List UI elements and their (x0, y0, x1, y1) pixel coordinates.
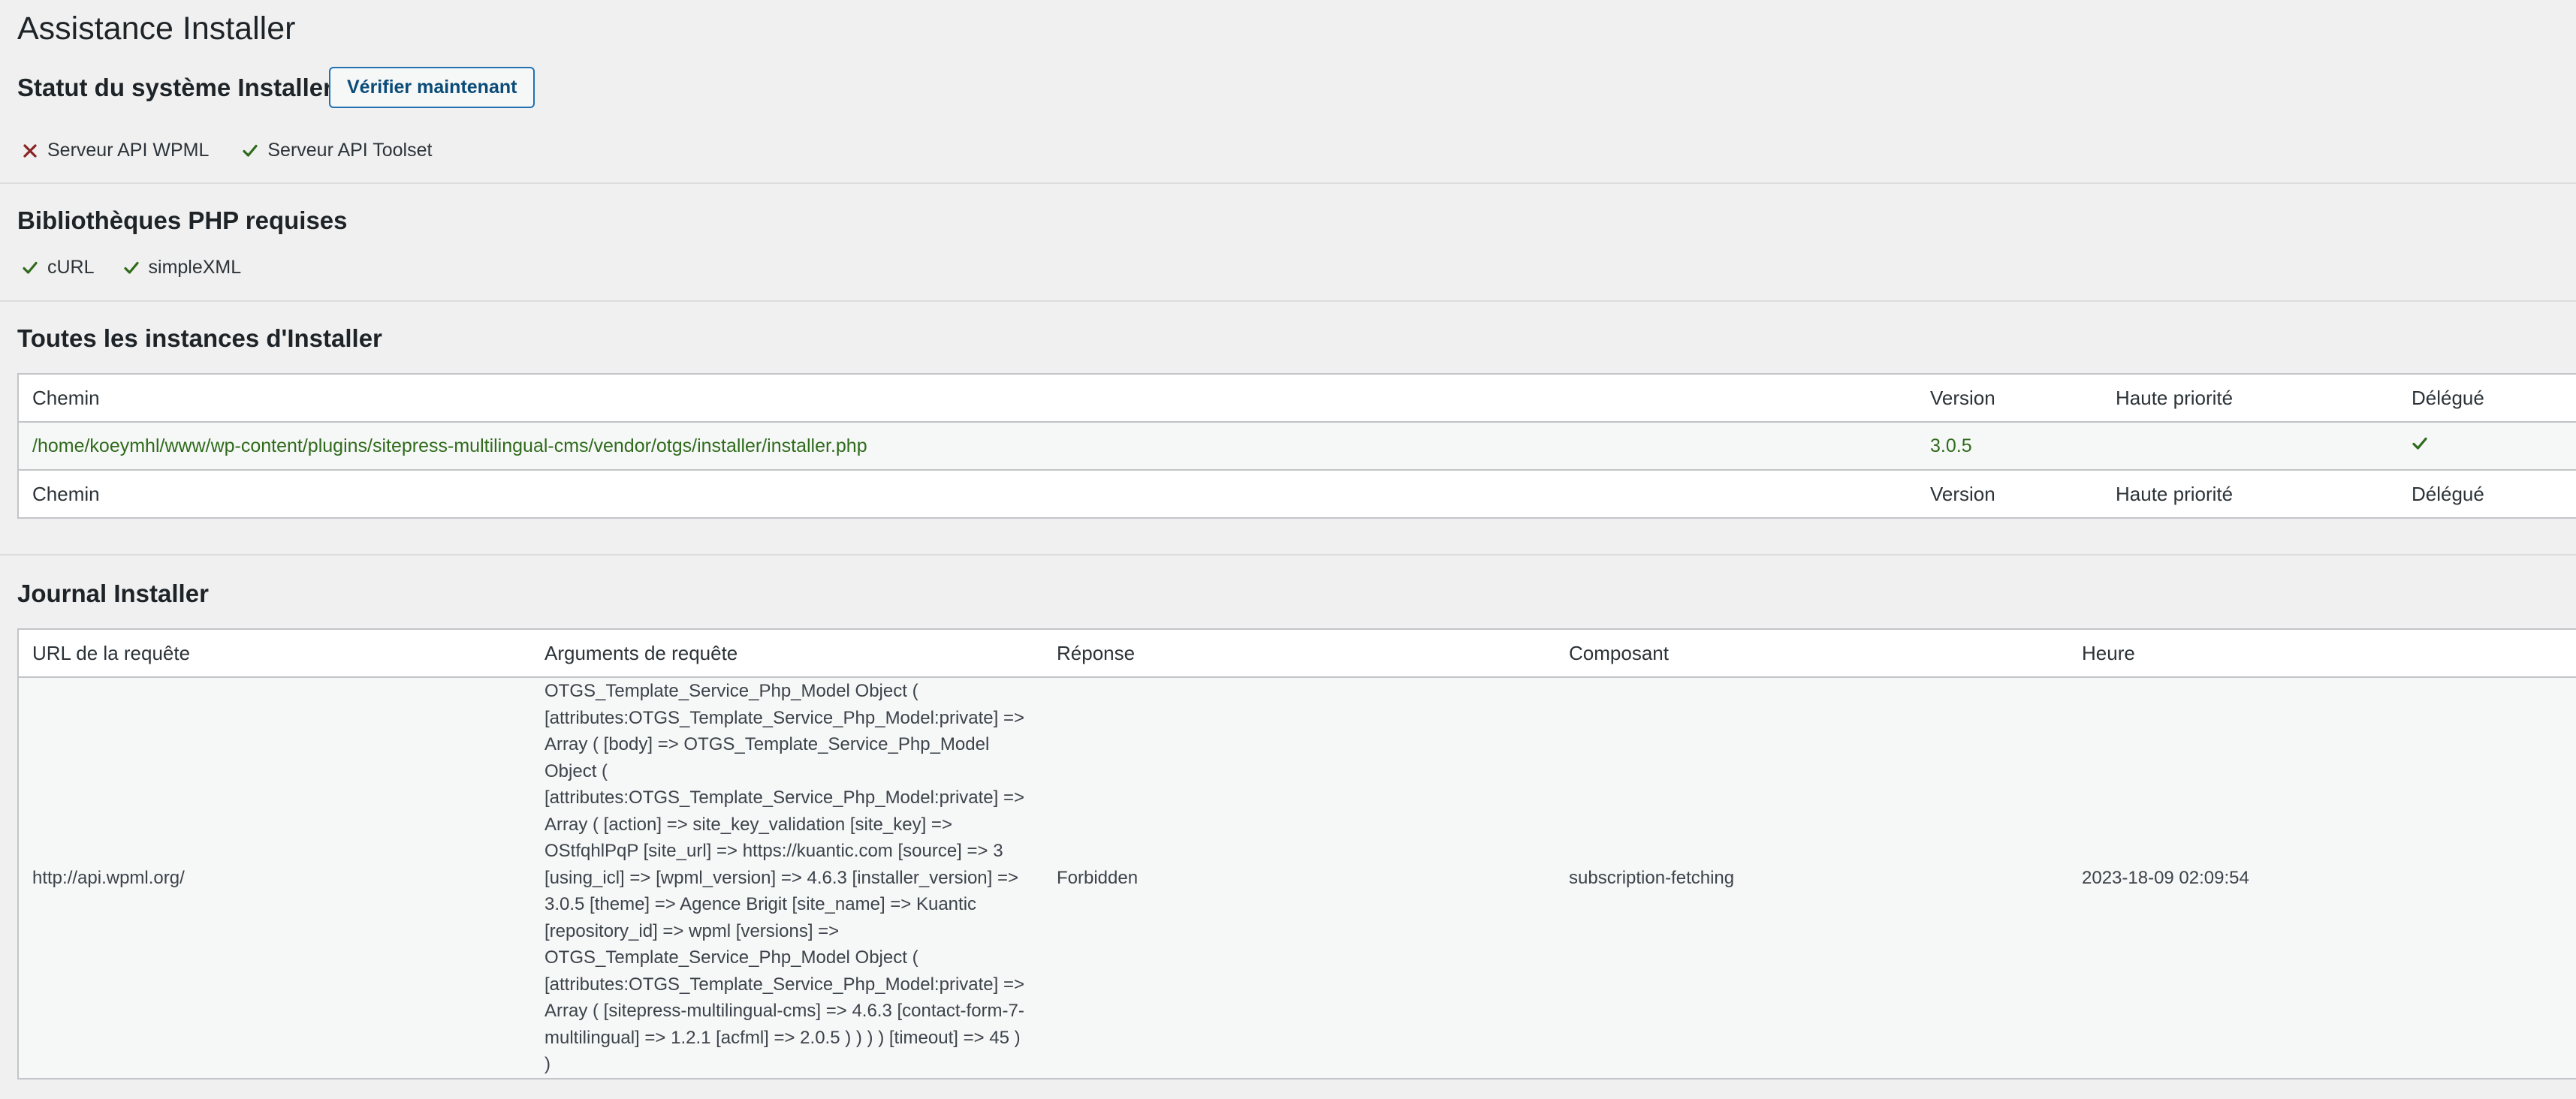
section-divider (0, 300, 2576, 302)
cross-icon (23, 143, 37, 158)
log-table: URL de la requête Arguments de requête R… (17, 628, 2576, 1079)
table-row: http://api.wpml.org/ OTGS_Template_Servi… (18, 677, 2576, 1079)
log-header-row: URL de la requête Arguments de requête R… (18, 629, 2576, 677)
column-header-component: Composant (1569, 641, 1669, 664)
log-time: 2023-18-09 02:09:54 (2068, 677, 2576, 1079)
column-footer-version: Version (1930, 482, 1995, 505)
library-curl-label: cURL (47, 257, 95, 278)
section-divider (0, 182, 2576, 184)
column-header-request-args: Arguments de requête (544, 641, 738, 664)
instance-path: /home/koeymhl/www/wp-content/plugins/sit… (32, 435, 867, 456)
column-header-response: Réponse (1057, 641, 1136, 664)
table-row: /home/koeymhl/www/wp-content/plugins/sit… (18, 422, 2576, 470)
log-response: Forbidden (1043, 677, 1555, 1079)
column-footer-high-priority: Haute priorité (2116, 482, 2234, 505)
log-component: subscription-fetching (1555, 677, 2068, 1079)
library-curl: cURL (22, 257, 95, 279)
status-wpml-api-label: Serveur API WPML (47, 140, 210, 161)
checkmark-icon (23, 261, 38, 274)
column-footer-path: Chemin (32, 482, 100, 505)
instance-high-priority (2102, 422, 2398, 470)
instance-delegated (2398, 422, 2576, 470)
status-toolset-api: Serveur API Toolset (242, 140, 432, 161)
checkmark-icon (123, 261, 139, 274)
column-header-path: Chemin (32, 386, 100, 409)
log-request-url: http://api.wpml.org/ (18, 677, 531, 1079)
library-simplexml-label: simpleXML (148, 257, 242, 278)
column-footer-delegated: Délégué (2412, 482, 2484, 505)
column-header-version: Version (1930, 386, 1995, 409)
system-status-heading: Statut du système Installer (17, 74, 333, 101)
php-libraries-list: cURL simpleXML (22, 257, 274, 279)
instances-table: Chemin Version Haute priorité Délégué /h… (17, 373, 2576, 519)
column-header-high-priority: Haute priorité (2116, 386, 2234, 409)
check-now-button[interactable]: Vérifier maintenant (329, 67, 535, 108)
status-toolset-api-label: Serveur API Toolset (267, 140, 433, 161)
page-title: Assistance Installer (17, 11, 296, 47)
column-header-request-url: URL de la requête (32, 641, 191, 664)
instances-heading: Toutes les instances d'Installer (17, 324, 382, 352)
checkmark-icon (243, 144, 258, 157)
log-request-args: OTGS_Template_Service_Php_Model Object (… (531, 677, 1043, 1079)
system-status-list: Serveur API WPML Serveur API Toolset (22, 140, 465, 161)
column-header-delegated: Délégué (2412, 386, 2484, 409)
log-heading: Journal Installer (17, 580, 209, 607)
section-divider (0, 554, 2576, 556)
status-wpml-api: Serveur API WPML (22, 140, 209, 161)
column-header-time: Heure (2082, 641, 2135, 664)
checkmark-icon (2412, 437, 2427, 450)
library-simplexml: simpleXML (123, 257, 242, 279)
php-libraries-heading: Bibliothèques PHP requises (17, 206, 348, 234)
instances-header-row: Chemin Version Haute priorité Délégué (18, 374, 2576, 422)
instances-footer-row: Chemin Version Haute priorité Délégué (18, 470, 2576, 518)
instance-version: 3.0.5 (1930, 435, 1972, 456)
